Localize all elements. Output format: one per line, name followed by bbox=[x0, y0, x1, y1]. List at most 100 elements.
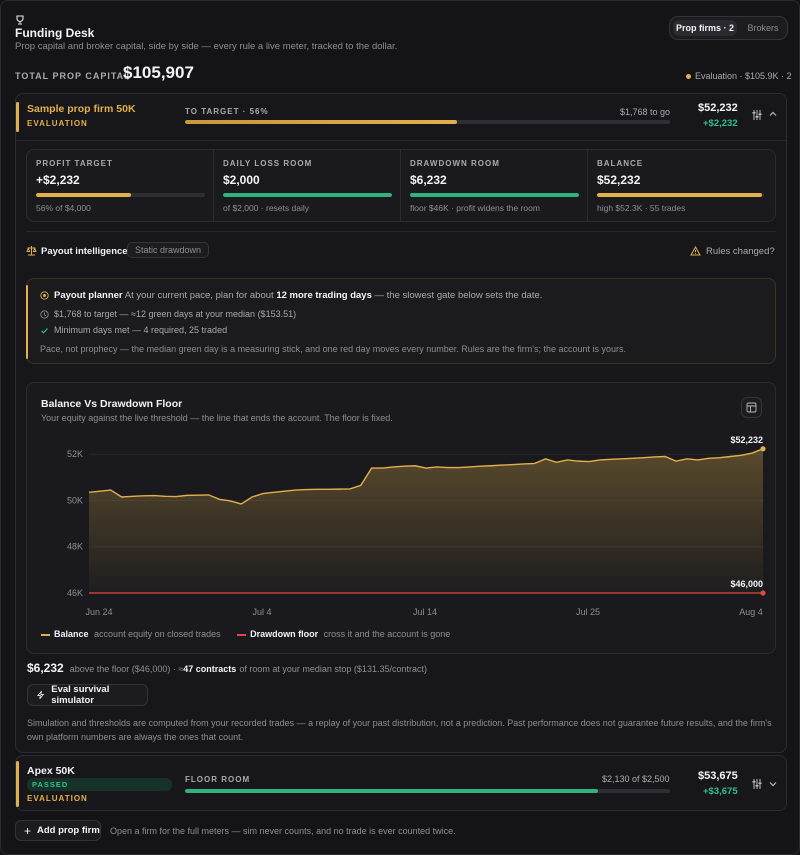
firm-card-sample: Sample prop firm 50K EVALUATION TO TARGE… bbox=[15, 93, 787, 753]
metric-cell-profit: PROFIT TARGET +$2,232 56% of $4,000 bbox=[27, 150, 214, 222]
room-value: $6,232 bbox=[27, 661, 64, 675]
y-tick-label: 46K bbox=[67, 588, 83, 598]
planner-line-days: Minimum days met — 4 required, 25 traded bbox=[54, 325, 228, 335]
app-title: Funding Desk bbox=[15, 26, 95, 40]
metric-sub: floor $46K · profit widens the room bbox=[410, 203, 540, 213]
firm-delta: +$2,232 bbox=[703, 118, 738, 129]
metric-bar-fill bbox=[36, 193, 131, 197]
firm-card-apex: Apex 50K PASSED EVALUATION FLOOR ROOM $2… bbox=[15, 755, 787, 811]
metrics-grid: PROFIT TARGET +$2,232 56% of $4,000 DAIL… bbox=[26, 149, 776, 222]
chevron-up-icon[interactable] bbox=[768, 109, 778, 119]
room-contracts: 47 contracts bbox=[183, 664, 237, 674]
clock-icon bbox=[40, 310, 49, 319]
planner-footnote: Pace, not prophecy — the median green da… bbox=[40, 344, 627, 354]
firm-accent-bar bbox=[16, 761, 19, 807]
planner-headline: Payout planner At your current pace, pla… bbox=[54, 290, 542, 301]
metric-bar-fill bbox=[597, 193, 763, 197]
status-summary: Evaluation · $105.9K · 2 bbox=[695, 71, 792, 81]
floor-end-label: $46,000 bbox=[730, 579, 763, 589]
legend-floor-name: Drawdown floor bbox=[250, 629, 319, 639]
legend-swatch-balance bbox=[41, 633, 50, 636]
eval-simulator-button[interactable]: Eval survival simulator bbox=[27, 684, 148, 706]
legend-floor-note: cross it and the account is gone bbox=[323, 629, 451, 639]
rules-changed-link[interactable]: Rules changed? bbox=[706, 246, 775, 257]
scale-icon bbox=[26, 245, 37, 256]
payout-planner: Payout planner At your current pace, pla… bbox=[26, 278, 776, 364]
y-tick-label: 48K bbox=[67, 542, 83, 552]
add-prop-firm-button[interactable]: + Add prop firm bbox=[15, 820, 101, 841]
tab-prop-firms[interactable]: Prop firms · 2 bbox=[673, 20, 737, 36]
metric-bar bbox=[36, 193, 205, 197]
metric-label: PROFIT TARGET bbox=[36, 159, 113, 168]
app-subtitle: Prop capital and broker capital, side by… bbox=[15, 41, 398, 52]
total-capital-label: TOTAL PROP CAPITAL bbox=[15, 71, 131, 81]
to-go-label: $1,768 to go bbox=[620, 107, 671, 117]
view-toggle: Prop firms · 2 Brokers bbox=[669, 16, 788, 40]
floor-room-fill bbox=[185, 789, 599, 793]
eval-simulator-label: Eval survival simulator bbox=[51, 684, 110, 706]
balance-end-label: $52,232 bbox=[730, 435, 763, 445]
firm-name[interactable]: Sample prop firm 50K bbox=[27, 103, 136, 115]
balance-end-point bbox=[760, 446, 766, 452]
target-progress-bar bbox=[185, 120, 670, 124]
metric-bar bbox=[597, 193, 764, 197]
metric-value: $2,000 bbox=[223, 173, 260, 187]
disclaimer: Simulation and thresholds are computed f… bbox=[27, 718, 772, 742]
bolt-icon bbox=[36, 690, 45, 700]
metric-cell-drawdown: DRAWDOWN ROOM $6,232 floor $46K · profit… bbox=[401, 150, 588, 222]
metric-bar-fill bbox=[223, 193, 392, 197]
legend-balance-note: account equity on closed trades bbox=[94, 629, 221, 639]
firm-balance: $53,675 bbox=[698, 770, 738, 782]
status-dot bbox=[686, 74, 691, 79]
metric-bar bbox=[223, 193, 392, 197]
passed-badge: PASSED bbox=[27, 778, 172, 791]
metric-value: $6,232 bbox=[410, 173, 447, 187]
target-progress-fill bbox=[185, 120, 457, 124]
planner-title: Payout planner bbox=[54, 290, 123, 301]
balance-chart-card: Balance Vs Drawdown Floor Your equity ag… bbox=[26, 382, 776, 654]
chart-legend: Balance account equity on closed trades … bbox=[41, 629, 450, 639]
sliders-icon[interactable] bbox=[751, 109, 763, 121]
to-target-label: TO TARGET · 56% bbox=[185, 107, 269, 116]
sliders-icon[interactable] bbox=[751, 778, 763, 790]
floor-room-value: $2,130 of $2,500 bbox=[602, 774, 670, 784]
x-tick-label: Aug 4 bbox=[739, 607, 763, 617]
add-prop-firm-label: Add prop firm bbox=[37, 825, 100, 836]
metric-sub: high $52.3K · 55 trades bbox=[597, 203, 686, 213]
legend-balance-name: Balance bbox=[54, 629, 89, 639]
divider bbox=[26, 231, 776, 232]
metric-sub: of $2,000 · resets daily bbox=[223, 203, 309, 213]
planner-accent bbox=[26, 285, 28, 359]
payout-intel-label: Payout intelligence bbox=[41, 246, 128, 257]
floor-end-point bbox=[760, 590, 766, 596]
app-frame: Funding Desk Prop capital and broker cap… bbox=[0, 0, 800, 855]
x-tick-label: Jul 14 bbox=[413, 607, 437, 617]
room-text-a: above the floor ($46,000) · ≈ bbox=[69, 664, 184, 674]
footer-hint: Open a firm for the full meters — sim ne… bbox=[110, 826, 456, 836]
metric-bar bbox=[410, 193, 579, 197]
x-tick-label: Jun 24 bbox=[85, 607, 112, 617]
plus-icon: + bbox=[24, 823, 32, 838]
planner-line-target: $1,768 to target — ≈12 green days at you… bbox=[54, 309, 297, 319]
metric-cell-daily-loss: DAILY LOSS ROOM $2,000 of $2,000 · reset… bbox=[214, 150, 401, 222]
floor-room-bar bbox=[185, 789, 670, 793]
divider bbox=[16, 140, 786, 141]
firm-phase: EVALUATION bbox=[27, 119, 88, 128]
floor-room-label: FLOOR ROOM bbox=[185, 775, 251, 784]
firm-balance: $52,232 bbox=[698, 102, 738, 114]
tab-brokers[interactable]: Brokers bbox=[742, 20, 784, 36]
firm-name[interactable]: Apex 50K bbox=[27, 765, 75, 777]
x-tick-label: Jul 25 bbox=[576, 607, 600, 617]
firm-accent-bar bbox=[16, 102, 19, 132]
drawdown-type-tag: Static drawdown bbox=[127, 242, 210, 258]
total-capital-value: $105,907 bbox=[123, 63, 194, 82]
chevron-down-icon[interactable] bbox=[768, 779, 778, 789]
metric-cell-balance: BALANCE $52,232 high $52.3K · 55 trades bbox=[588, 150, 775, 222]
y-tick-label: 52K bbox=[67, 449, 83, 459]
firm-delta: +$3,675 bbox=[703, 786, 738, 797]
metric-value: $52,232 bbox=[597, 173, 641, 187]
metric-label: BALANCE bbox=[597, 159, 644, 168]
planner-days: 12 more trading days bbox=[276, 290, 372, 301]
metric-label: DAILY LOSS ROOM bbox=[223, 159, 313, 168]
metric-value: +$2,232 bbox=[36, 173, 80, 187]
